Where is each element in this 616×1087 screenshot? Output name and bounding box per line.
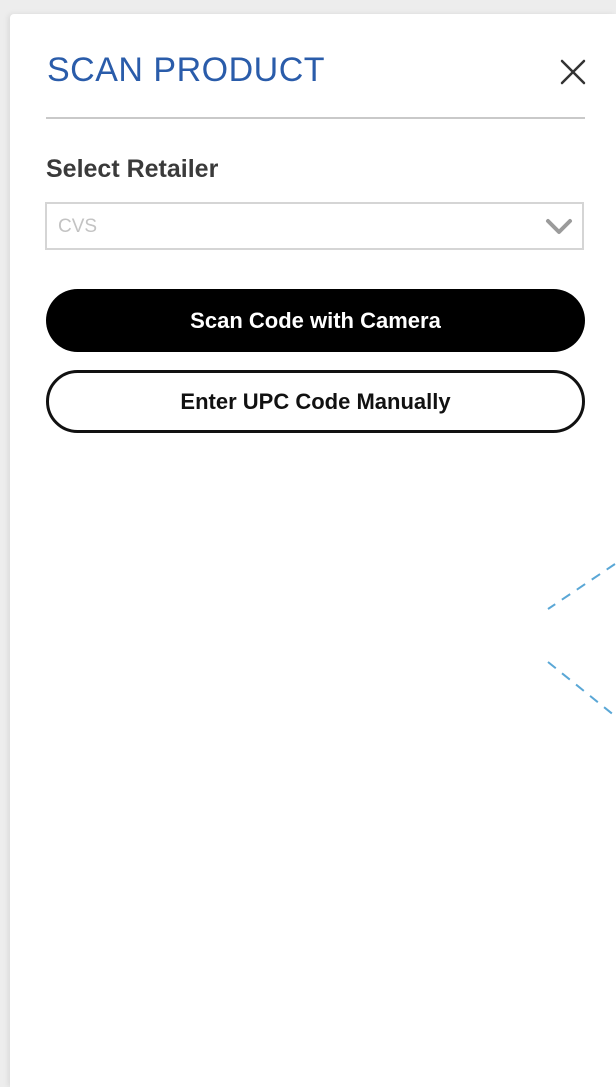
header-divider (46, 117, 585, 119)
manual-entry-button[interactable]: Enter UPC Code Manually (46, 370, 585, 433)
scan-product-panel: SCAN PRODUCT Select Retailer CVS Scan Co… (10, 14, 616, 1087)
close-button[interactable] (555, 54, 591, 90)
scan-camera-button[interactable]: Scan Code with Camera (46, 289, 585, 352)
retailer-select[interactable]: CVS (45, 202, 584, 250)
scan-frame-outline (547, 563, 616, 717)
close-icon (560, 59, 586, 85)
retailer-label: Select Retailer (46, 155, 219, 183)
chevron-down-icon (546, 219, 572, 234)
page-title: SCAN PRODUCT (47, 51, 326, 89)
retailer-selected-value: CVS (58, 216, 98, 237)
